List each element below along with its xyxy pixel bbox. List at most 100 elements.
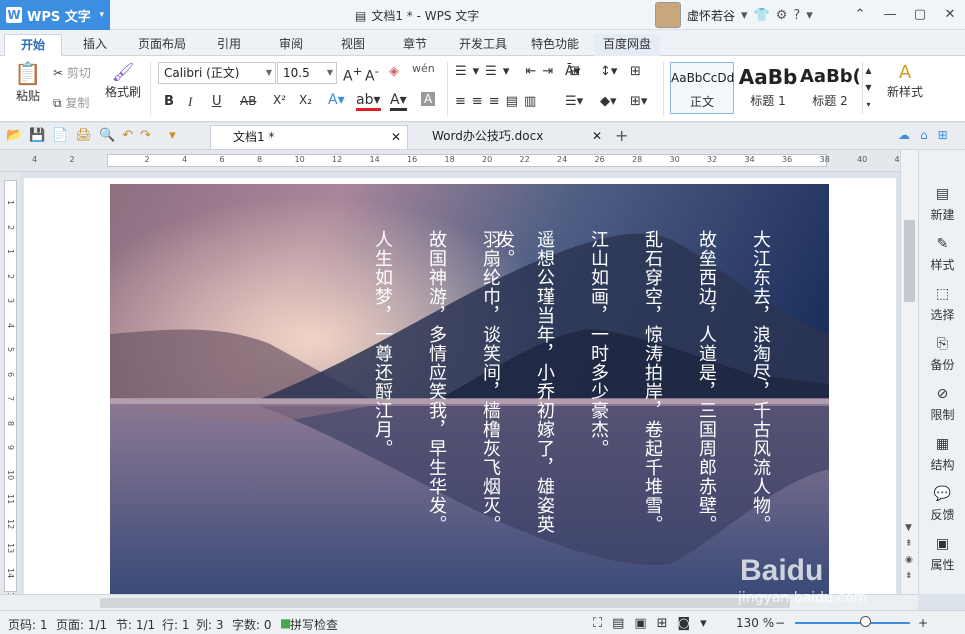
style-heading-1[interactable]: AaBb 标题 1 (736, 62, 800, 114)
user-area[interactable]: 虚怀若谷 ▾ 👕 ⚙ ? ▾ (655, 2, 813, 28)
tab-view[interactable]: 视图 (330, 34, 376, 56)
poem-line[interactable]: 故垒西边，人道是，三国周郎赤壁。 (686, 230, 726, 560)
style-normal[interactable]: AaBbCcDd 正文 (670, 62, 734, 114)
chevron-down-icon[interactable]: ▾ (806, 8, 813, 23)
copy-button[interactable]: ⧉ 复制 (53, 94, 89, 111)
poem-line[interactable]: 大江东去，浪淘尽，千古风流人物。 (740, 230, 780, 560)
sidepanel-structure[interactable]: ▦ 结构 (919, 436, 965, 473)
wps-menu-button[interactable]: W WPS 文字 ▾ (0, 0, 110, 30)
maximize-icon[interactable]: ▢ (905, 0, 935, 30)
italic-button[interactable]: I (188, 94, 192, 110)
strikethrough-button[interactable]: AB (240, 94, 256, 108)
document-canvas[interactable]: 大江东去，浪淘尽，千古风流人物。 故垒西边，人道是，三国周郎赤壁。 乱石穿空，惊涛拍… (20, 172, 900, 594)
sidepanel-select[interactable]: ⬚ 选择 (919, 286, 965, 323)
subscript-button[interactable]: X₂ (299, 93, 312, 107)
close-icon[interactable]: ✕ (592, 125, 602, 147)
paste-button[interactable]: 📋 粘贴 (10, 62, 46, 104)
scroll-thumb[interactable] (100, 598, 790, 608)
text-effect-icon[interactable]: A▾ (328, 92, 345, 108)
poem-line[interactable]: 江山如画，一时多少豪杰。 (578, 230, 618, 560)
cut-button[interactable]: ✂ 剪切 (53, 64, 91, 81)
vertical-ruler[interactable]: 12123456789101112131415 (0, 172, 20, 602)
shrink-font-icon[interactable]: A- (365, 64, 379, 85)
doc-tab[interactable]: Word办公技巧.docx ✕ (410, 125, 608, 149)
tab-home[interactable]: 开始 (4, 34, 62, 56)
underline-button[interactable]: U (212, 94, 222, 109)
sidepanel-new[interactable]: ▤ 新建 (919, 186, 965, 223)
char-shading-icon[interactable]: A (421, 92, 436, 106)
tab-references[interactable]: 引用 (206, 34, 252, 56)
tab-features[interactable]: 特色功能 (522, 34, 588, 56)
style-scroll[interactable]: ▲ ▼ ▾ (862, 62, 874, 114)
pinyin-icon[interactable]: wén (412, 62, 435, 75)
view-mode-icons[interactable]: ⛶▤▣⊞◙▾ (593, 616, 717, 631)
spell-check[interactable]: 拼写检查 (290, 616, 338, 633)
format-painter-button[interactable]: 🖌 格式刷 (104, 62, 142, 100)
new-tab-icon[interactable]: + (615, 126, 628, 145)
quick-actions[interactable]: 📂💾📄🖨🔍↶↷ ▾ (6, 128, 183, 143)
zoom-slider[interactable] (795, 622, 910, 624)
word-count[interactable]: 字数: 0 (232, 616, 272, 633)
bold-button[interactable]: B (164, 94, 174, 109)
chevron-down-icon[interactable]: ▾ (741, 8, 748, 23)
sidepanel-backup[interactable]: ⎘ 备份 (919, 336, 965, 373)
tab-developer[interactable]: 开发工具 (450, 34, 516, 56)
tab-baidu-netdisk[interactable]: 百度网盘 (594, 34, 660, 56)
doc-tab-active[interactable]: 文档1 * ✕ (210, 125, 408, 149)
vertical-scrollbar[interactable]: ▼ ⇞ ◉ ⇟ (900, 150, 918, 594)
page-count[interactable]: 页面: 1/1 (56, 616, 107, 633)
poem-line[interactable]: 遥想公瑾当年，小乔初嫁了，雄姿英发。 (494, 230, 564, 560)
clear-format-icon[interactable]: ◈ (389, 64, 399, 79)
help-icon[interactable]: ? (793, 8, 800, 23)
poem-text[interactable]: 大江东去，浪淘尽，千古风流人物。 故垒西边，人道是，三国周郎赤壁。 乱石穿空，惊涛拍… (360, 230, 780, 560)
tab-page-layout[interactable]: 页面布局 (130, 34, 194, 56)
scroll-thumb[interactable] (904, 220, 915, 302)
style-heading-2[interactable]: AaBb( 标题 2 (800, 62, 860, 114)
line-spacing-icon[interactable]: ↕▾ (600, 64, 617, 79)
quick-access-toolbar: 📂💾📄🖨🔍↶↷ ▾ 文档1 * ✕ Word办公技巧.docx ✕ + ☁⌂⊞ (0, 123, 965, 150)
font-name-select[interactable]: Calibri (正文) ▼ (158, 62, 276, 84)
scroll-arrows[interactable]: ▼ ⇞ ◉ ⇟ (905, 520, 913, 584)
table-icon[interactable]: ⊞ (630, 64, 641, 79)
minimize-icon[interactable]: — (875, 0, 905, 30)
sort-icon[interactable]: Ā▾ (565, 64, 580, 79)
font-color-icon[interactable]: A▾ (390, 92, 407, 111)
sidepanel-feedback[interactable]: 💬 反馈 (919, 486, 965, 523)
zoom-level[interactable]: 130 % (736, 616, 774, 630)
document-page[interactable]: 大江东去，浪淘尽，千古风流人物。 故垒西边，人道是，三国周郎赤壁。 乱石穿空，惊涛拍… (24, 178, 896, 594)
tab-review[interactable]: 审阅 (268, 34, 314, 56)
background-image[interactable]: 大江东去，浪淘尽，千古风流人物。 故垒西边，人道是，三国周郎赤壁。 乱石穿空，惊涛拍… (110, 184, 829, 594)
shirt-icon[interactable]: 👕 (754, 8, 770, 23)
share-icon[interactable]: ⚙ (776, 8, 788, 23)
brush-icon: 🖌 (111, 62, 135, 83)
indent-icon[interactable]: ☰▾ (565, 94, 583, 109)
sidepanel-restrict[interactable]: ⊘ 限制 (919, 386, 965, 423)
fill-icon[interactable]: ◆▾ (600, 94, 617, 109)
top-right-icons[interactable]: ☁⌂⊞ (898, 128, 958, 142)
highlight-icon[interactable]: ab▾ (356, 92, 381, 111)
zoom-in-icon[interactable]: + (918, 616, 928, 630)
grow-font-icon[interactable]: A+ (343, 64, 362, 85)
border-icon[interactable]: ⊞▾ (630, 94, 647, 109)
poem-line[interactable]: 羽扇纶巾，谈笑间，樯橹灰飞烟灭。 (470, 230, 510, 560)
superscript-button[interactable]: X² (273, 93, 286, 107)
close-icon[interactable]: ✕ (935, 0, 965, 30)
sidepanel-properties[interactable]: ▣ 属性 (919, 536, 965, 573)
align-controls[interactable]: ≡≡≡▤▥ (455, 94, 542, 109)
tab-section[interactable]: 章节 (392, 34, 438, 56)
font-size-select[interactable]: 10.5 ▼ (277, 62, 337, 84)
horizontal-ruler[interactable]: 4224681012141618202224262830323436384042 (0, 150, 918, 172)
zoom-out-icon[interactable]: − (775, 616, 785, 630)
user-name[interactable]: 虚怀若谷 (687, 7, 735, 24)
collapse-ribbon-icon[interactable]: ⌃ (845, 0, 875, 30)
sidepanel-style[interactable]: ✎ 样式 (919, 236, 965, 273)
window-title: ▤ 文档1 * - WPS 文字 (355, 7, 479, 24)
new-style-button[interactable]: A 新样式 (880, 62, 930, 100)
tab-insert[interactable]: 插入 (72, 34, 118, 56)
poem-line[interactable]: 乱石穿空，惊涛拍岸，卷起千堆雪。 (632, 230, 672, 560)
avatar[interactable] (655, 2, 681, 28)
close-icon[interactable]: ✕ (391, 126, 401, 148)
poem-line[interactable]: 人生如梦，一尊还酹江月。 (362, 230, 402, 560)
zoom-slider-thumb[interactable] (860, 616, 871, 627)
poem-line[interactable]: 故国神游，多情应笑我，早生华发。 (416, 230, 456, 560)
